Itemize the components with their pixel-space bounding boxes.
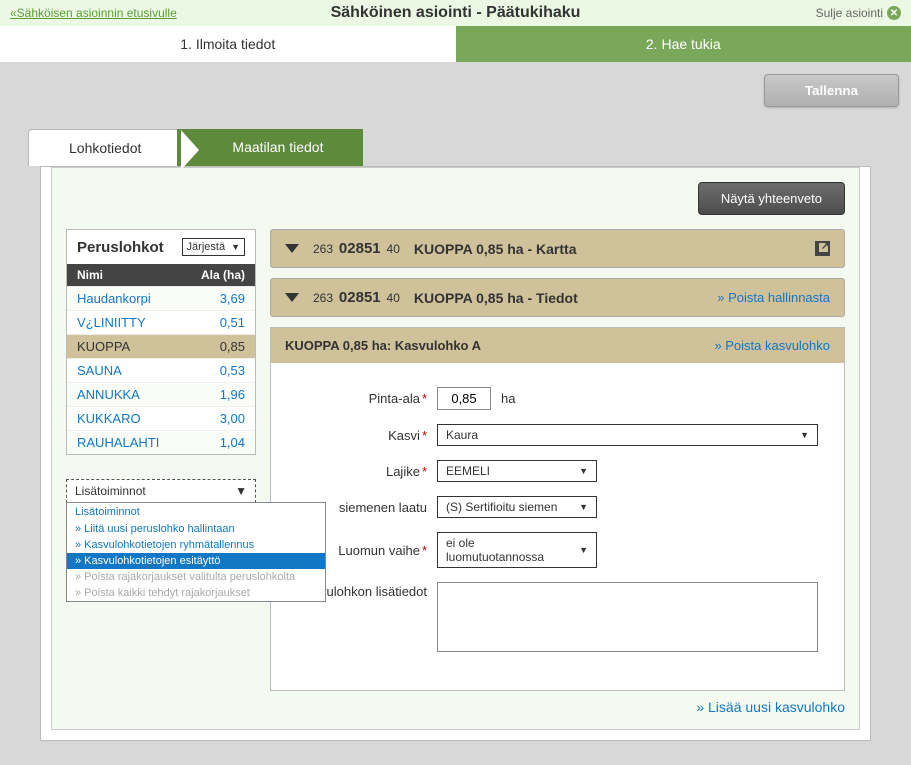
col-name: Nimi [77,268,103,282]
chevron-down-icon: ▼ [231,242,240,252]
dropdown-heading: Lisätoiminnot [67,503,325,521]
tab-maatilan-tiedot[interactable]: Maatilan tiedot [177,129,363,166]
organic-select[interactable]: ei ole luomutuotannossa ▼ [437,532,597,568]
lot-row[interactable]: V¿LINIITTY0,51 [67,310,255,334]
menu-item-disabled: » Poista kaikki tehdyt rajakorjaukset [67,585,325,601]
area-input[interactable] [437,387,491,410]
close-icon: ✕ [887,6,901,20]
step-2[interactable]: 2. Hae tukia [456,26,911,62]
chevron-down-icon: ▼ [235,484,247,498]
external-link-icon[interactable] [815,241,830,256]
col-area: Ala (ha) [201,268,245,282]
lot-row[interactable]: RAUHALAHTI1,04 [67,430,255,454]
sort-select[interactable]: Järjestä ▼ [182,238,245,256]
lot-row[interactable]: KUKKARO3,00 [67,406,255,430]
close-label: Sulje asiointi [816,6,883,20]
seed-select[interactable]: (S) Sertifioitu siemen ▼ [437,496,597,518]
add-growth-link[interactable]: » Lisää uusi kasvulohko [696,699,845,715]
notes-textarea[interactable] [437,582,818,652]
collapse-icon[interactable] [285,293,299,302]
variety-select[interactable]: EEMELI ▼ [437,460,597,482]
close-button[interactable]: Sulje asiointi ✕ [816,6,901,20]
actions-select[interactable]: Lisätoiminnot ▼ [66,479,256,503]
remove-management-link[interactable]: » Poista hallinnasta [717,290,830,305]
chevron-down-icon: ▼ [579,502,588,512]
remove-growth-link[interactable]: » Poista kasvulohko [714,338,830,353]
lot-row[interactable]: Haudankorpi3,69 [67,286,255,310]
lot-row-selected[interactable]: KUOPPA0,85 [67,334,255,358]
block-title: KUOPPA 0,85 ha - Kartta [414,241,577,257]
menu-item-highlighted[interactable]: » Kasvulohkotietojen esitäyttö [67,553,325,569]
menu-item-disabled: » Poista rajakorjaukset valitulta perusl… [67,569,325,585]
plant-select[interactable]: Kaura ▼ [437,424,818,446]
collapse-icon[interactable] [285,244,299,253]
show-summary-button[interactable]: Näytä yhteenveto [698,182,845,215]
growth-block-title: KUOPPA 0,85 ha: Kasvulohko A [285,338,481,353]
tab-lohkotiedot[interactable]: Lohkotiedot [28,129,182,166]
page-title: Sähköinen asiointi - Päätukihaku [331,4,581,22]
lot-row[interactable]: SAUNA0,53 [67,358,255,382]
plant-label: Kasvi* [297,428,427,443]
chevron-down-icon: ▼ [579,545,588,555]
variety-label: Lajike* [297,464,427,479]
block-title: KUOPPA 0,85 ha - Tiedot [414,290,578,306]
lot-row[interactable]: ANNUKKA1,96 [67,382,255,406]
chevron-down-icon: ▼ [800,430,809,440]
actions-dropdown: Lisätoiminnot » Liitä uusi peruslohko ha… [66,502,326,602]
area-label: Pinta-ala* [297,391,427,406]
block-header-map[interactable]: 263 02851 40 KUOPPA 0,85 ha - Kartta [270,229,845,268]
block-header-info[interactable]: 263 02851 40 KUOPPA 0,85 ha - Tiedot » P… [270,278,845,317]
save-button[interactable]: Tallenna [764,74,899,107]
chevron-down-icon: ▼ [579,466,588,476]
area-unit: ha [501,391,515,406]
sidebar-title: Peruslohkot [77,239,164,256]
menu-item[interactable]: » Liitä uusi peruslohko hallintaan [67,521,325,537]
home-link[interactable]: «Sähköisen asioinnin etusivulle [10,6,177,20]
step-1[interactable]: 1. Ilmoita tiedot [0,26,456,62]
menu-item[interactable]: » Kasvulohkotietojen ryhmätallennus [67,537,325,553]
